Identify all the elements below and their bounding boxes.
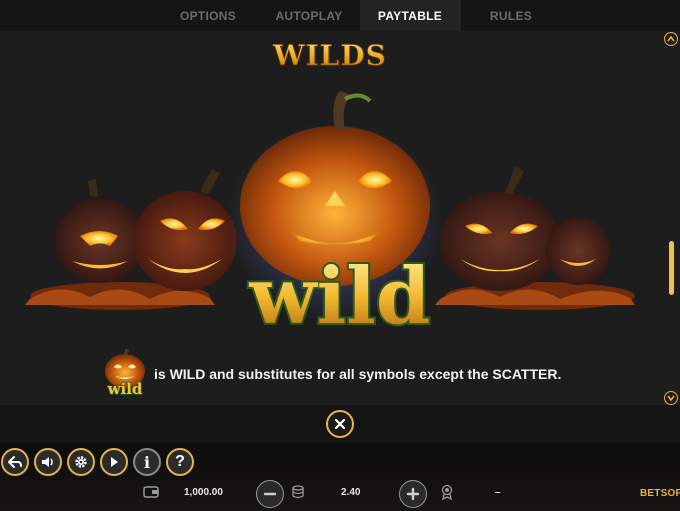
help-icon: ? — [175, 453, 185, 470]
coins-icon — [292, 485, 304, 499]
play-next-icon — [111, 457, 118, 467]
betsoft-logo: BETSOFT — [640, 488, 680, 499]
increase-bet-button[interactable] — [399, 480, 427, 508]
tab-paytable[interactable]: PAYTABLE — [359, 0, 461, 31]
logo-prefix: BET — [640, 488, 661, 499]
scroll-down-button[interactable] — [664, 391, 678, 405]
logo-suffix: SOFT — [660, 488, 680, 499]
wild-symbol-icon: wild — [105, 349, 145, 399]
back-button[interactable] — [1, 448, 29, 476]
wild-description-text: is WILD and substitutes for all symbols … — [154, 366, 562, 382]
help-button[interactable]: ? — [166, 448, 194, 476]
tab-bar: OPTIONS AUTOPLAY PAYTABLE RULES — [0, 0, 680, 31]
award-icon — [441, 484, 453, 500]
scroll-up-button[interactable] — [664, 32, 678, 46]
balance-value: 1,000.00 — [184, 487, 223, 498]
back-arrow-icon — [8, 456, 22, 468]
paytable-content: WILDS wild wild is WILD and substitutes … — [0, 31, 680, 405]
info-icon: i — [143, 452, 151, 472]
tabs: OPTIONS AUTOPLAY PAYTABLE RULES — [158, 0, 562, 31]
settings-button[interactable] — [67, 448, 95, 476]
scrollbar-thumb[interactable] — [669, 241, 674, 295]
bet-value: 2.40 — [341, 487, 361, 498]
close-icon — [334, 418, 346, 430]
gear-icon — [75, 456, 87, 468]
info-button[interactable]: i — [133, 448, 161, 476]
decrease-bet-button[interactable] — [256, 480, 284, 508]
section-title: WILDS — [0, 39, 660, 73]
wallet-icon — [143, 486, 159, 498]
chevron-down-icon — [667, 395, 675, 401]
tab-options[interactable]: OPTIONS — [158, 0, 259, 31]
close-button[interactable] — [326, 410, 354, 438]
autoplay-button[interactable] — [100, 448, 128, 476]
tab-autoplay[interactable]: AUTOPLAY — [259, 0, 360, 31]
speaker-icon — [42, 457, 53, 467]
plus-icon — [406, 487, 420, 501]
win-value: – — [495, 487, 501, 498]
tab-rules[interactable]: RULES — [461, 0, 562, 31]
sound-button[interactable] — [34, 448, 62, 476]
wild-description: wild is WILD and substitutes for all sym… — [100, 349, 561, 399]
chevron-up-icon — [667, 36, 675, 42]
wild-symbol-art: wild — [25, 91, 635, 344]
wild-art-text: wild — [249, 251, 431, 342]
wild-icon-text: wild — [107, 380, 143, 398]
minus-icon — [263, 492, 277, 496]
